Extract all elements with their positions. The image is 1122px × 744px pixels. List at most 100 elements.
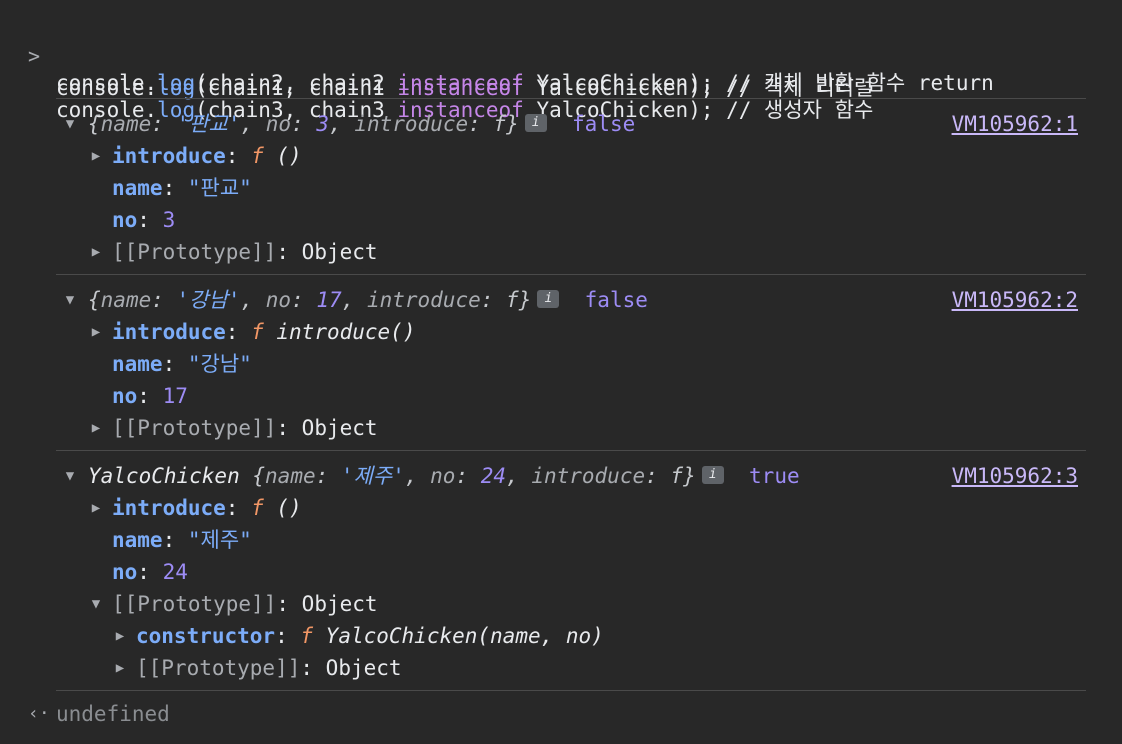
preview-key: introduce — [366, 288, 481, 312]
prop-inner-prototype[interactable]: [[Prototype]]: Object — [136, 652, 402, 684]
function-mark: f — [251, 144, 264, 168]
caret-down-icon[interactable]: ▼ — [62, 460, 78, 492]
preview-key: name — [100, 288, 152, 312]
prop-constructor[interactable]: constructor: f YalcoChicken(name, no) — [136, 620, 604, 652]
preview-key: introduce — [354, 112, 469, 136]
prop-prototype[interactable]: [[Prototype]]: Object — [112, 236, 378, 268]
prop-value: Object — [301, 592, 378, 616]
divider — [56, 690, 1086, 691]
preview-value: 17 — [316, 288, 342, 312]
source-link[interactable]: VM105962:3 — [952, 460, 1078, 492]
object-preview[interactable]: {name: '판교', no: 3, introduce: f} i false — [88, 108, 635, 140]
caret-down-icon[interactable]: ▼ — [62, 284, 78, 316]
preview-value: f — [670, 464, 684, 488]
prop-no: no: 17 — [112, 384, 188, 408]
bool-result: true — [749, 464, 800, 488]
caret-right-icon[interactable]: ▶ — [88, 316, 104, 348]
info-icon[interactable]: i — [537, 290, 560, 308]
prop-name: name: "강남" — [112, 352, 252, 376]
prop-introduce[interactable]: introduce: f () — [112, 492, 302, 524]
prop-value: Object — [301, 416, 378, 440]
preview-brace: { — [88, 288, 101, 312]
info-icon[interactable]: i — [524, 114, 547, 132]
function-signature: () — [263, 496, 302, 520]
preview-value: 24 — [480, 464, 507, 488]
caret-down-icon[interactable]: ▼ — [62, 108, 78, 140]
preview-key: name — [100, 112, 152, 136]
preview-key: no — [430, 464, 456, 488]
devtools-console: > console.log(chain1, chain1 instanceof … — [0, 0, 1122, 744]
prop-key: [[Prototype]] — [112, 592, 277, 616]
prop-value: "판교" — [187, 176, 252, 200]
prop-key: name — [112, 176, 163, 200]
prop-value: 3 — [162, 208, 176, 232]
caret-right-icon[interactable]: ▶ — [112, 620, 128, 652]
code-args-rest: YalcoChicken); // 객체 반환 함수 return — [523, 71, 994, 95]
prop-key: name — [112, 352, 163, 376]
prop-key: introduce — [112, 320, 226, 344]
prop-key: [[Prototype]] — [112, 416, 277, 440]
code-keyword: instanceof — [397, 71, 524, 95]
prop-key: [[Prototype]] — [112, 240, 277, 264]
prop-value: "강남" — [187, 352, 252, 376]
preview-brace: } — [518, 288, 532, 312]
preview-class: YalcoChicken — [88, 464, 253, 488]
bool-result: false — [572, 112, 636, 136]
caret-right-icon[interactable]: ▶ — [88, 412, 104, 444]
return-arrow-icon: ‹· — [28, 703, 50, 724]
caret-down-icon[interactable]: ▼ — [88, 588, 104, 620]
code-pre: console. — [56, 71, 158, 95]
caret-right-icon[interactable]: ▶ — [112, 652, 128, 684]
object-preview[interactable]: {name: '강남', no: 17, introduce: f} i fals… — [88, 284, 648, 316]
preview-brace: } — [683, 464, 696, 488]
prop-no: no: 3 — [112, 208, 176, 232]
preview-value: 3 — [316, 112, 330, 136]
bool-result: false — [584, 288, 648, 312]
preview-value: '판교' — [176, 112, 241, 136]
function-signature: YalcoChicken(name, no) — [313, 624, 604, 648]
prop-name: name: "제주" — [112, 528, 252, 552]
divider — [56, 274, 1086, 275]
preview-value: '제주' — [340, 464, 405, 488]
preview-value: '강남' — [176, 288, 241, 312]
divider — [56, 98, 1086, 99]
prop-prototype[interactable]: [[Prototype]]: Object — [112, 588, 378, 620]
prop-key: introduce — [112, 496, 226, 520]
result-value: undefined — [56, 702, 170, 726]
prop-value: 24 — [162, 560, 188, 584]
prop-no: no: 24 — [112, 560, 188, 584]
prop-key: name — [112, 528, 163, 552]
divider — [56, 450, 1086, 451]
preview-key: no — [265, 288, 292, 312]
prop-prototype[interactable]: [[Prototype]]: Object — [112, 412, 378, 444]
function-mark: f — [251, 320, 264, 344]
caret-right-icon[interactable]: ▶ — [88, 492, 104, 524]
function-signature: introduce() — [263, 320, 416, 344]
prop-value: Object — [301, 240, 378, 264]
preview-brace: { — [252, 464, 266, 488]
function-mark: f — [300, 624, 314, 648]
function-signature: () — [263, 144, 302, 168]
info-icon[interactable]: i — [701, 466, 724, 484]
preview-brace: } — [506, 112, 519, 136]
preview-key: no — [265, 112, 292, 136]
caret-right-icon[interactable]: ▶ — [88, 236, 104, 268]
console-input-line-3[interactable]: console.log(chain3, chain3 instanceof Ya… — [0, 62, 873, 122]
preview-value: f — [506, 288, 519, 312]
code-method: log — [157, 71, 196, 95]
source-link[interactable]: VM105962:1 — [952, 108, 1078, 140]
preview-key: introduce — [531, 464, 646, 488]
prop-key: no — [112, 208, 138, 232]
function-mark: f — [251, 496, 264, 520]
code-args: (chain2, chain2 — [195, 71, 398, 95]
prop-introduce[interactable]: introduce: f () — [112, 140, 302, 172]
prop-key: constructor — [136, 624, 276, 648]
prop-key: no — [112, 384, 138, 408]
object-preview[interactable]: YalcoChicken {name: '제주', no: 24, introd… — [88, 460, 800, 492]
caret-right-icon[interactable]: ▶ — [88, 140, 104, 172]
prop-value: Object — [325, 656, 402, 680]
source-link[interactable]: VM105962:2 — [952, 284, 1078, 316]
prop-introduce[interactable]: introduce: f introduce() — [112, 316, 415, 348]
prop-name: name: "판교" — [112, 176, 252, 200]
prop-value: "제주" — [187, 528, 252, 552]
